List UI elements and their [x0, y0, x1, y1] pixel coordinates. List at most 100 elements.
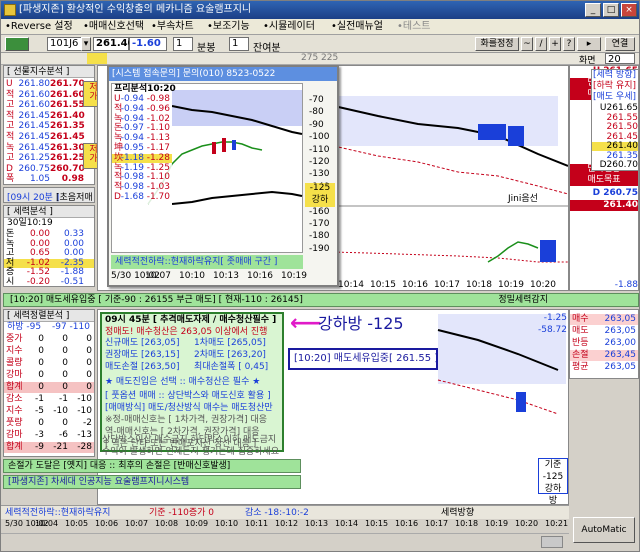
menu-simulator[interactable]: •시뮬레이터 [263, 21, 315, 34]
popup-row: 坎 -1.18 -1.28 [112, 153, 172, 163]
change-field: -1.60 [129, 37, 167, 51]
horizontal-scrollbar[interactable] [1, 533, 569, 549]
force-row-b: 0 [62, 334, 68, 344]
force-row-label: 콜량 [6, 358, 23, 368]
analysis-time-panel: [09시 20분 ] [초음저매매] [3, 187, 95, 203]
menu-signal-select[interactable]: •매매신호선택 [83, 21, 144, 34]
trend-row-b: -1.88 [60, 267, 84, 277]
force-row-b: 0 [62, 358, 68, 368]
status-bar: 세력적전하락::현재하락유지 기준 -110증가 0 감소 -18:-10:-2… [1, 505, 569, 519]
signal-popup[interactable]: [시스템 접속문의] 문의(010) 8523-0522 프리분석10:20 U… [107, 65, 339, 287]
tool-help-button[interactable]: ? [563, 37, 575, 51]
order-row-label: 손절 [572, 350, 589, 360]
strategy-desc1: 상단박스이상 매수금지 하단박스이하 매도금지 [102, 435, 277, 445]
force-row: 감마 -3 -6 -13 [4, 430, 94, 441]
menu-test[interactable]: •테스트 [397, 21, 431, 34]
popup-row-a: -0.98 [120, 182, 144, 193]
more-button[interactable]: ▸ [577, 37, 601, 51]
popup-candle-2 [222, 138, 226, 152]
scroll-thumb[interactable] [541, 536, 563, 548]
force-row-a: -9 [35, 442, 44, 452]
popup-y-tick: -180 [309, 231, 330, 242]
sub-curve [487, 241, 539, 263]
strategy-desc2: 수익이 발생하면 언제든지 챙기는데 집중하세요 [102, 447, 280, 457]
maximize-button[interactable]: □ [603, 3, 619, 17]
order-row-label: 매도 [572, 326, 589, 336]
force-row-c: 0 [86, 346, 92, 356]
popup-side-value: -125 [305, 183, 335, 195]
force-header: [ 세력정렬분석 ] [4, 310, 94, 322]
tool-tilde-button[interactable]: ~ [521, 37, 533, 51]
popup-row: D -1.68 -1.70 [112, 193, 172, 202]
order-row: 매도 263,05 [570, 326, 638, 337]
force-level: 261.40 [592, 142, 638, 151]
popup-y-tick: -130 [309, 169, 330, 180]
popup-row-b: -0.96 [146, 103, 170, 114]
menu-aux-functions[interactable]: •보조기능 [207, 21, 250, 34]
bottom-x-tick: 10:17 [425, 519, 449, 528]
green-indicator-button[interactable] [5, 37, 29, 51]
futures-row: 녹 261.45 261.30 [4, 143, 92, 153]
force-row-b: 0 [62, 346, 68, 356]
alert-banner: [10:20] 매도세유입중 [ 기준-90 : 26155 부근 매도] [ … [3, 293, 639, 307]
popup-y-tick: -80 [309, 107, 324, 118]
top-x-tick: 10:15 [370, 280, 396, 290]
minimize-button[interactable]: _ [585, 3, 601, 17]
futures-row-b: 261.60 [50, 89, 85, 100]
force-row-a: -1 [35, 394, 44, 404]
strategy-warn2: [매매방식] 매도/청산방식 매수는 매도청산만 [105, 403, 273, 413]
popup-row-b: -1.10 [146, 123, 170, 134]
popup-row-a: -0.98 [120, 172, 144, 183]
close-button[interactable]: × [621, 3, 637, 17]
code-select[interactable]: 101J6 [47, 37, 85, 51]
popup-candle [212, 142, 216, 154]
menu-reverse-settings[interactable]: •Reverse 설정 [5, 21, 73, 34]
force-row-b: -1 [59, 394, 68, 404]
futures-row-a: 261.60 [18, 100, 51, 111]
bottom-x-tick: 10:05 [65, 519, 89, 528]
tool-line-button[interactable]: / [535, 37, 547, 51]
popup-y-tick: -110 [309, 144, 330, 155]
force-row-c: -28 [77, 442, 92, 452]
force-row: 콜량 0 0 0 [4, 358, 94, 369]
lower-band-line [333, 145, 568, 195]
popup-row-b: -1.70 [146, 192, 170, 202]
sell-target-sub: 매도목표 [570, 175, 638, 186]
force-row-a: 0 [38, 370, 44, 380]
force-row-label: 합계 [6, 382, 23, 392]
futures-row-a: 261.60 [18, 89, 51, 100]
bottom-right-val1: -1.25 [543, 313, 567, 323]
zoom-input[interactable]: 20 [605, 53, 635, 65]
force-row-c: 0 [86, 334, 92, 344]
bottom-x-tick: 10:08 [155, 519, 179, 528]
ruler-button[interactable]: 화를정정 [475, 37, 519, 51]
period-input[interactable]: 1 [173, 37, 193, 51]
force-row-label: 감마 [6, 430, 23, 440]
popup-y-tick: -170 [309, 219, 330, 229]
sub-line [333, 251, 568, 263]
strategy-rule1: ※정-매매신호는 [ 1차가격, 권장가격] 대응 [105, 415, 268, 425]
trend-row-a: 0.65 [29, 248, 50, 258]
force-row: 지수 0 0 0 [4, 346, 94, 357]
popup-y-tick: -70 [309, 95, 324, 105]
popup-row-b: -1.25 [146, 162, 170, 173]
count-input[interactable]: 1 [229, 37, 249, 51]
code-dropdown-icon[interactable]: ▾ [81, 37, 91, 51]
force-level: 261.50 [606, 122, 639, 132]
menu-sub-chart[interactable]: •부속차트 [151, 21, 194, 34]
menu-manual[interactable]: •실전매뉴얼 [331, 21, 383, 34]
automatic-button[interactable]: AutoMatic [573, 517, 635, 543]
force-row-c: 0 [86, 358, 92, 368]
force-row: 중가 0 0 0 [4, 334, 94, 345]
force-row: 감소 -1 -1 -10 [4, 394, 94, 405]
futures-row-b: 260.70 [50, 163, 85, 174]
price-row-left: 권장매도 [263,15] [105, 350, 180, 360]
futures-row-b: 261.40 [50, 110, 85, 121]
futures-row-a: 261.80 [18, 79, 51, 89]
futures-row: 고 261.45 261.35 [4, 121, 92, 131]
popup-row-b: -1.10 [146, 172, 170, 183]
tool-plus-button[interactable]: + [549, 37, 561, 51]
futures-row: 고 261.60 261.55 [4, 100, 92, 110]
force-row-c: -13 [77, 430, 92, 440]
move-button[interactable]: 연결 [605, 37, 635, 51]
